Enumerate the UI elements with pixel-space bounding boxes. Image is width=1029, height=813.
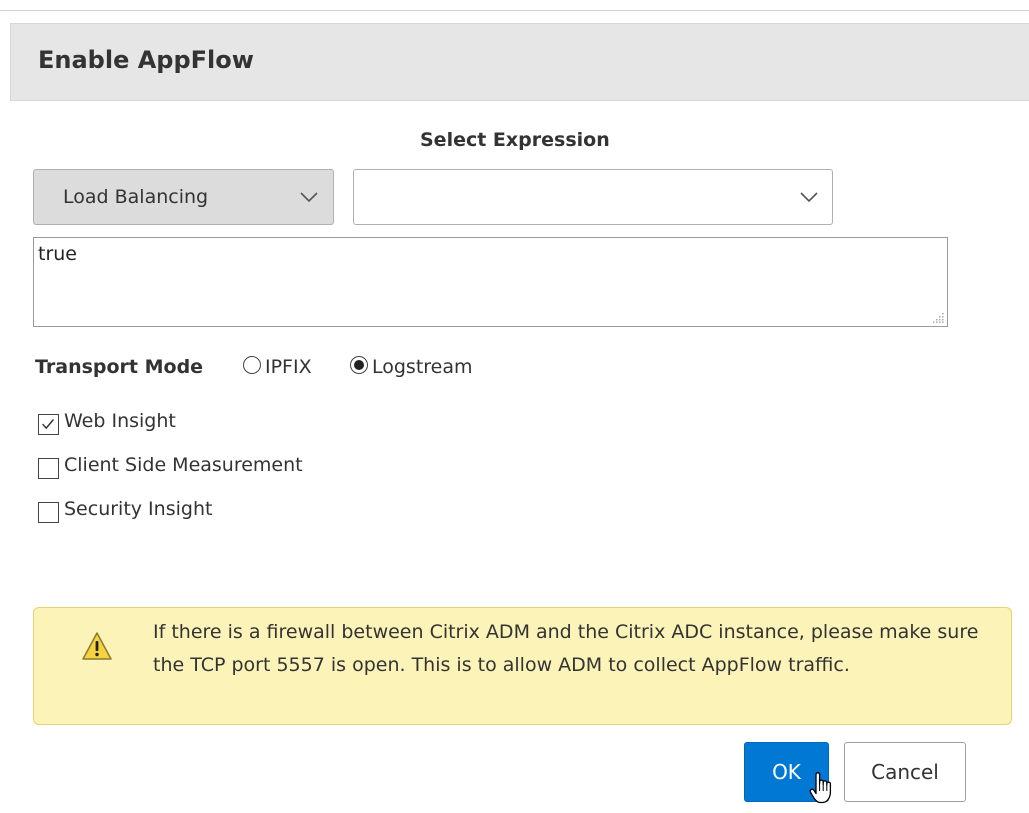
- checkmark-icon: [42, 419, 55, 430]
- hand-pointer-icon: [809, 772, 832, 804]
- security-insight-label[interactable]: Security Insight: [64, 498, 212, 520]
- select-expression-label: Select Expression: [420, 129, 610, 151]
- logstream-radio[interactable]: [350, 356, 368, 374]
- expression-category-value: Load Balancing: [63, 186, 209, 208]
- chevron-down-icon: [800, 192, 818, 203]
- client-side-measurement-checkbox[interactable]: [38, 458, 59, 479]
- logstream-radio-label[interactable]: Logstream: [372, 356, 473, 378]
- resize-grip-icon[interactable]: [933, 312, 944, 323]
- ipfix-radio-label[interactable]: IPFIX: [265, 356, 312, 378]
- cancel-button[interactable]: Cancel: [844, 742, 966, 802]
- radio-selected-dot: [353, 359, 364, 370]
- expression-text: true: [38, 243, 77, 265]
- top-divider: [0, 10, 1029, 11]
- expression-select-dropdown[interactable]: [353, 169, 833, 225]
- dialog-header: Enable AppFlow: [10, 23, 1029, 101]
- warning-message: If there is a firewall between Citrix AD…: [153, 621, 979, 676]
- ipfix-radio[interactable]: [243, 356, 261, 374]
- dialog-title: Enable AppFlow: [38, 46, 254, 74]
- firewall-warning-banner: If there is a firewall between Citrix AD…: [33, 607, 1012, 725]
- chevron-down-icon: [300, 192, 318, 203]
- expression-category-dropdown[interactable]: Load Balancing: [33, 169, 334, 225]
- transport-mode-label: Transport Mode: [35, 356, 204, 378]
- client-side-measurement-label[interactable]: Client Side Measurement: [64, 454, 303, 476]
- expression-textarea[interactable]: true: [33, 237, 948, 327]
- web-insight-checkbox[interactable]: [38, 414, 59, 435]
- security-insight-checkbox[interactable]: [38, 502, 59, 523]
- warning-icon: [82, 632, 112, 660]
- web-insight-label[interactable]: Web Insight: [64, 410, 176, 432]
